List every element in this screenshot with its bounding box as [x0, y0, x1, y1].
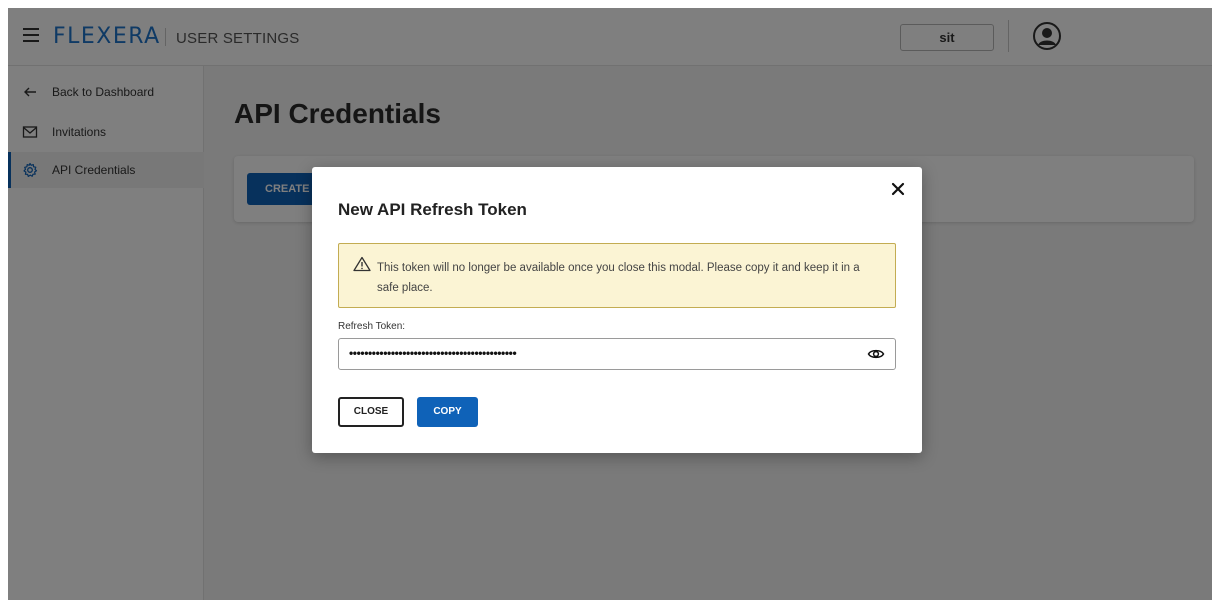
modal-title: New API Refresh Token: [338, 200, 527, 219]
close-icon[interactable]: [888, 179, 908, 199]
eye-icon[interactable]: [867, 346, 885, 362]
new-token-modal: New API Refresh Token This token will no…: [312, 167, 922, 453]
app-window: FLEXERA USER SETTINGS sit Back to Dashbo…: [8, 8, 1212, 600]
refresh-token-label: Refresh Token:: [338, 321, 406, 332]
copy-button[interactable]: COPY: [417, 397, 478, 427]
refresh-token-input[interactable]: ••••••••••••••••••••••••••••••••••••••••…: [338, 338, 896, 370]
masked-token-value: ••••••••••••••••••••••••••••••••••••••••…: [349, 346, 517, 360]
close-button[interactable]: CLOSE: [338, 397, 404, 427]
warning-icon: [353, 256, 371, 272]
warning-banner: This token will no longer be available o…: [338, 243, 896, 308]
warning-text: This token will no longer be available o…: [377, 262, 860, 294]
